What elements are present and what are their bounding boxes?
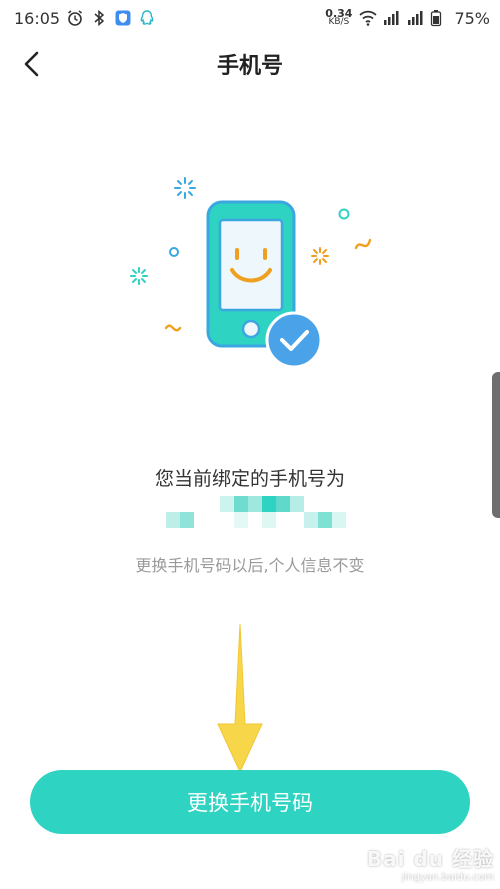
wifi-icon — [358, 9, 378, 27]
network-speed-unit: KB/S — [328, 17, 350, 27]
arrow-down-icon — [217, 624, 263, 774]
dot-icon — [338, 208, 350, 220]
hint-text: 更换手机号码以后,个人信息不变 — [135, 556, 365, 575]
shield-icon — [114, 9, 132, 27]
phone-number-screen: 16:05 0.34 KB/S 75% 手机号 您当前绑定的手机号为 更换手机号… — [0, 0, 500, 889]
masked-phone-number — [166, 496, 346, 528]
signal-icon — [382, 9, 400, 27]
watermark-brand: Bai du 经验 — [366, 847, 494, 871]
squiggle-icon — [164, 324, 182, 332]
network-speed: 0.34 KB/S — [325, 8, 352, 27]
header: 手机号 — [0, 36, 500, 92]
sparkle-icon — [130, 267, 148, 285]
page-title: 手机号 — [216, 54, 283, 79]
watermark: Bai du 经验 jingyan.baidu.com — [367, 843, 494, 883]
change-number-button[interactable]: 更换手机号码 — [30, 770, 470, 834]
status-left: 16:05 — [14, 9, 156, 28]
watermark-url: jingyan.baidu.com — [401, 872, 494, 883]
battery-icon — [430, 9, 448, 27]
side-handle[interactable] — [492, 372, 500, 518]
sparkle-icon — [174, 177, 196, 199]
status-right: 0.34 KB/S 75% — [325, 8, 490, 28]
bound-number-label: 您当前绑定的手机号为 — [154, 468, 345, 490]
status-time: 16:05 — [14, 8, 61, 28]
dot-icon — [169, 247, 179, 257]
sparkle-icon — [311, 247, 329, 265]
status-bar: 16:05 0.34 KB/S 75% — [0, 0, 500, 36]
qq-icon — [138, 9, 156, 27]
signal-4g-icon — [406, 9, 424, 27]
phone-illustration — [130, 177, 372, 369]
squiggle-icon — [354, 238, 372, 250]
alarm-icon — [66, 9, 84, 27]
bluetooth-icon — [90, 9, 108, 27]
check-badge-icon — [265, 311, 323, 369]
battery-percent: 75% — [454, 8, 490, 28]
